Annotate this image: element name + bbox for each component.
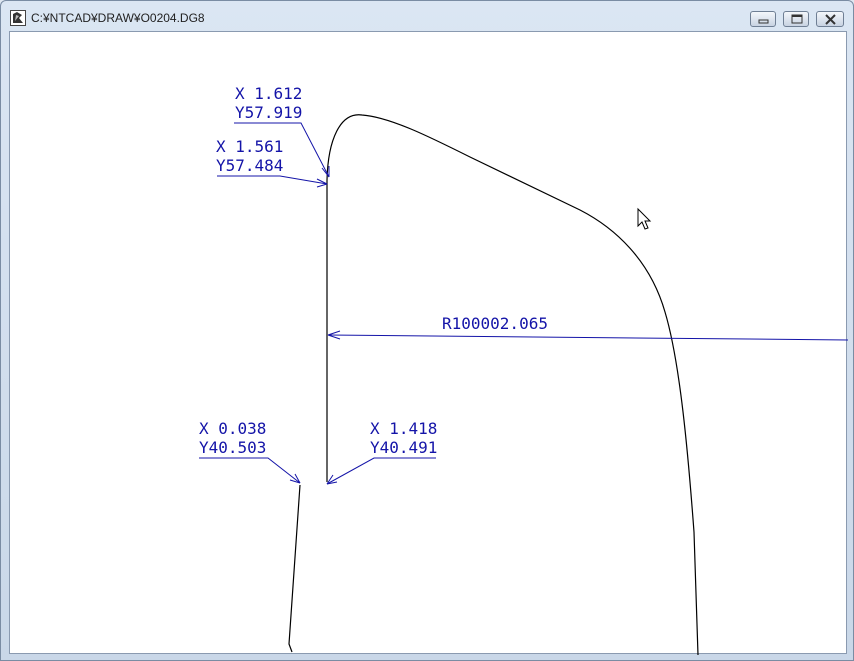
close-icon <box>825 14 836 25</box>
minimize-icon <box>758 19 769 24</box>
top-outer-x-label: X 1.612 <box>235 84 302 103</box>
profile-lower-left <box>288 484 301 653</box>
cad-window: C:¥NTCAD¥DRAW¥O0204.DG8 R100002.065 X 1.… <box>0 0 854 661</box>
app-icon[interactable] <box>10 10 26 26</box>
bottom-right-x-label: X 1.418 <box>370 419 437 438</box>
drawing-canvas[interactable]: R100002.065 X 1.612 Y57.919 X 1.561 Y57.… <box>9 31 848 655</box>
restore-icon <box>791 14 803 24</box>
top-inner-y-label: Y57.484 <box>216 156 283 175</box>
arrow-cursor-icon <box>637 207 652 230</box>
profile-upper-curve <box>326 114 699 655</box>
minimize-button[interactable] <box>750 11 776 27</box>
bottom-left-x-label: X 0.038 <box>199 419 266 438</box>
top-inner-x-label: X 1.561 <box>216 137 283 156</box>
title-bar[interactable]: C:¥NTCAD¥DRAW¥O0204.DG8 <box>1 1 853 31</box>
close-button[interactable] <box>816 11 844 27</box>
bottom-right-leader <box>326 457 436 485</box>
radius-dimension-line <box>327 334 848 341</box>
bottom-left-leader <box>199 457 301 484</box>
window-title: C:¥NTCAD¥DRAW¥O0204.DG8 <box>31 11 205 25</box>
bottom-left-y-label: Y40.503 <box>199 438 266 457</box>
restore-button[interactable] <box>783 11 809 27</box>
top-inner-leader <box>217 175 328 185</box>
bottom-right-y-label: Y40.491 <box>370 438 437 457</box>
radius-label: R100002.065 <box>442 314 548 333</box>
drawing-svg: R100002.065 X 1.612 Y57.919 X 1.561 Y57.… <box>199 84 848 655</box>
top-outer-y-label: Y57.919 <box>235 103 302 122</box>
